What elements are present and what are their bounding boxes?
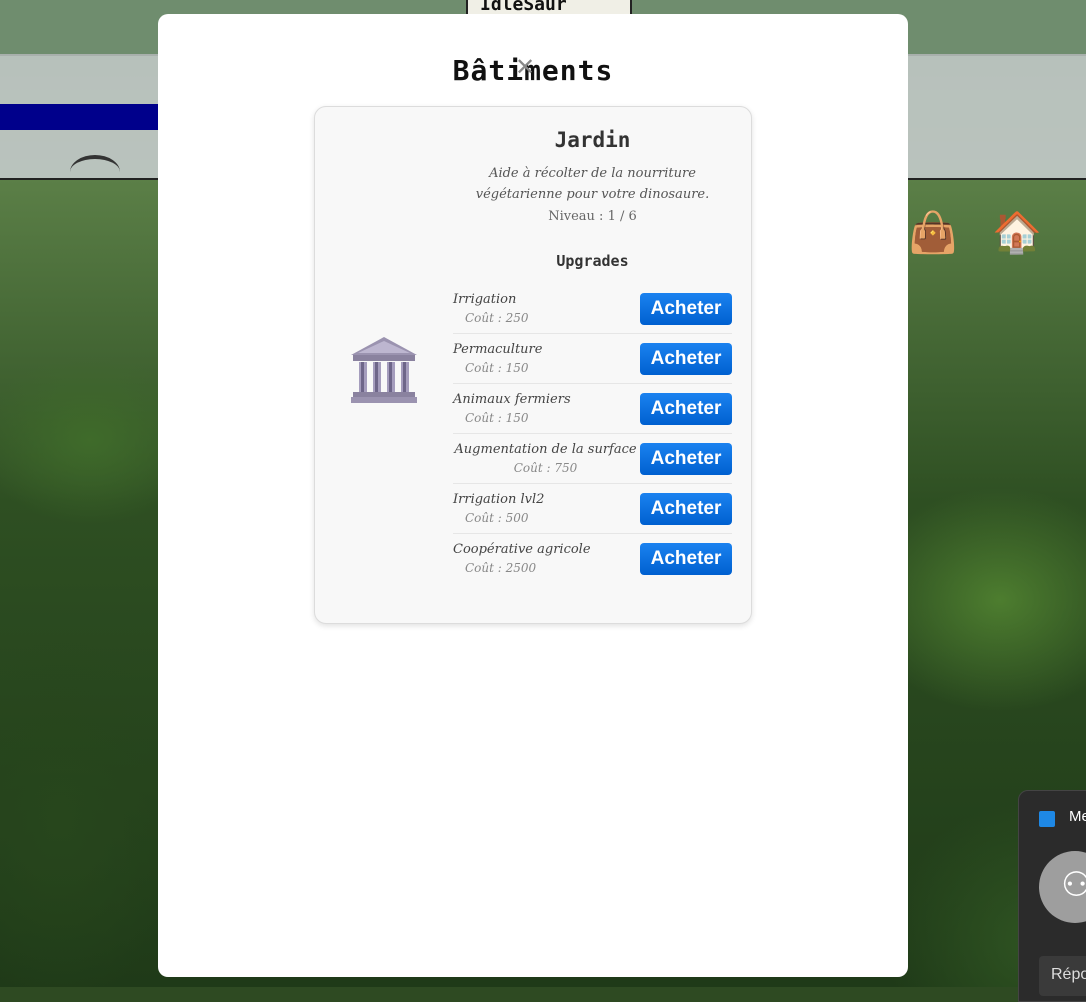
- buy-button[interactable]: Acheter: [640, 492, 732, 525]
- upgrade-info: Coopérative agricole Coût : 2500: [453, 540, 638, 578]
- avatar: [1039, 851, 1086, 923]
- upgrade-cost: Coût : 2500: [465, 560, 537, 575]
- upgrade-name: Permaculture: [453, 341, 543, 357]
- upgrade-cost: Coût : 500: [465, 510, 529, 525]
- upgrade-info: Irrigation lvl2 Coût : 500: [453, 490, 638, 528]
- upgrades-heading: Upgrades: [556, 252, 629, 270]
- upgrade-cost: Coût : 150: [465, 360, 529, 375]
- buy-button[interactable]: Acheter: [640, 392, 732, 425]
- bag-icon[interactable]: 👜: [908, 208, 958, 258]
- upgrade-row: Irrigation lvl2 Coût : 500 Acheter: [453, 484, 732, 534]
- upgrade-row: Augmentation de la surface Coût : 750 Ac…: [453, 434, 732, 484]
- buildings-modal: Bâtiments ✕ Jardin Aide à récolter de la…: [158, 14, 908, 977]
- upgrade-info: Permaculture Coût : 150: [453, 340, 638, 378]
- upgrade-name: Coopérative agricole: [453, 541, 591, 557]
- upgrade-info: Irrigation Coût : 250: [453, 290, 638, 328]
- close-icon[interactable]: ✕: [512, 54, 538, 80]
- building-card: Jardin Aide à récolter de la nourriture …: [314, 106, 752, 624]
- upgrades-list: Irrigation Coût : 250 Acheter Permacultu…: [453, 284, 732, 583]
- building-name: Jardin: [554, 128, 631, 152]
- reply-button[interactable]: Répo: [1039, 956, 1086, 996]
- upgrade-row: Irrigation Coût : 250 Acheter: [453, 284, 732, 334]
- upgrade-info: Animaux fermiers Coût : 150: [453, 390, 638, 428]
- app-icon: [1039, 811, 1055, 827]
- upgrade-name: Irrigation lvl2: [453, 491, 545, 507]
- upgrade-info: Augmentation de la surface Coût : 750: [453, 440, 638, 478]
- building-details: Jardin Aide à récolter de la nourriture …: [453, 125, 732, 583]
- upgrade-name: Animaux fermiers: [453, 391, 571, 407]
- buy-button[interactable]: Acheter: [640, 292, 732, 325]
- notification-toast[interactable]: Me Répo: [1018, 790, 1086, 1002]
- building-icon: [351, 337, 417, 403]
- notification-title: Me: [1069, 808, 1086, 825]
- upgrade-row: Permaculture Coût : 150 Acheter: [453, 334, 732, 384]
- upgrade-row: Animaux fermiers Coût : 150 Acheter: [453, 384, 732, 434]
- progress-strip: [0, 104, 160, 130]
- upgrade-cost: Coût : 750: [513, 460, 578, 475]
- buy-button[interactable]: Acheter: [640, 442, 732, 475]
- upgrade-name: Augmentation de la surface: [454, 441, 637, 457]
- bird-icon: [70, 155, 120, 189]
- upgrade-cost: Coût : 150: [465, 410, 529, 425]
- building-level: Niveau : 1 / 6: [548, 209, 637, 224]
- game-title: IdleSaur: [480, 0, 567, 15]
- buy-button[interactable]: Acheter: [640, 342, 732, 375]
- upgrade-row: Coopérative agricole Coût : 2500 Acheter: [453, 534, 732, 583]
- upgrade-name: Irrigation: [453, 291, 517, 307]
- buy-button[interactable]: Acheter: [640, 542, 732, 575]
- upgrade-cost: Coût : 250: [465, 310, 529, 325]
- building-description: Aide à récolter de la nourriture végétar…: [475, 166, 710, 202]
- house-icon[interactable]: 🏠: [992, 208, 1042, 258]
